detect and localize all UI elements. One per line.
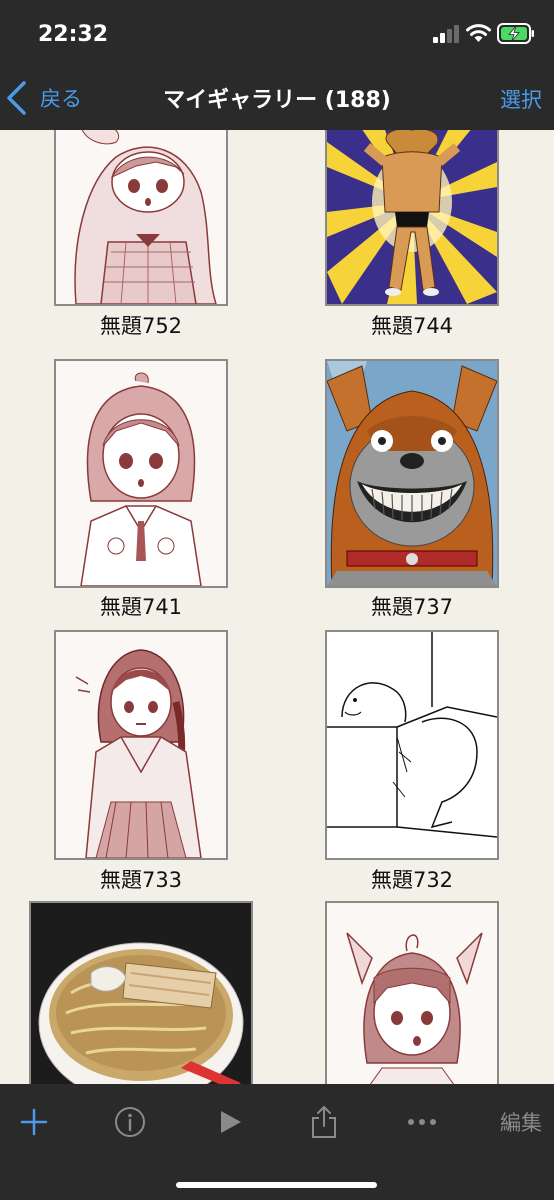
nav-bar: 戻る マイギャラリー (188) 選択 — [0, 70, 554, 130]
thumbnail-image — [325, 901, 499, 1084]
play-icon — [221, 1111, 241, 1133]
gallery-item[interactable]: 無題741 — [54, 359, 228, 619]
info-button[interactable] — [110, 1102, 150, 1142]
gallery-grid: 無題752 無題744 無題741 無題737 無題733 無題732 — [0, 130, 554, 1084]
share-button[interactable] — [304, 1102, 344, 1142]
thumbnail-image — [325, 359, 499, 588]
gallery-item-title: 無題733 — [99, 868, 183, 892]
plus-icon — [20, 1108, 48, 1136]
gallery-item-title: 無題741 — [99, 595, 183, 619]
play-slideshow-button[interactable] — [210, 1102, 250, 1142]
info-icon — [115, 1107, 145, 1137]
gallery-item-title: 無題752 — [99, 314, 183, 338]
gallery-item[interactable]: 無題732 — [325, 630, 499, 892]
status-bar: 22:32 — [0, 0, 554, 70]
status-time: 22:32 — [38, 22, 109, 47]
thumbnail-image — [29, 901, 253, 1084]
gallery-item[interactable]: 無題752 — [54, 130, 228, 344]
cellular-signal-icon — [433, 25, 459, 43]
gallery-item[interactable]: 無題744 — [325, 130, 499, 344]
gallery-item[interactable]: 無題733 — [54, 630, 228, 892]
add-button[interactable] — [14, 1102, 54, 1142]
page-title: マイギャラリー (188) — [163, 88, 391, 113]
gallery-item-title: 無題744 — [370, 314, 454, 338]
battery-charging-icon — [497, 23, 534, 44]
thumbnail-image — [325, 130, 499, 306]
more-button[interactable] — [402, 1102, 442, 1142]
gallery-item-title: 無題737 — [370, 595, 454, 619]
select-button[interactable]: 選択 — [500, 84, 542, 114]
thumbnail-image — [325, 630, 499, 860]
edit-button[interactable]: 編集 — [496, 1102, 546, 1142]
thumbnail-image — [54, 359, 228, 588]
wifi-icon — [466, 24, 491, 42]
thumbnail-image — [54, 130, 228, 306]
gallery-item[interactable]: 無題737 — [325, 359, 499, 619]
more-icon — [408, 1119, 436, 1125]
home-indicator — [176, 1182, 377, 1188]
top-bar: 22:32 戻る マイギャラリー (188) 選択 — [0, 0, 554, 130]
gallery-item[interactable] — [29, 901, 253, 1084]
gallery-item-title: 無題732 — [370, 868, 454, 892]
gallery-item[interactable] — [325, 901, 499, 1084]
thumbnail-image — [54, 630, 228, 860]
share-icon — [312, 1106, 336, 1138]
